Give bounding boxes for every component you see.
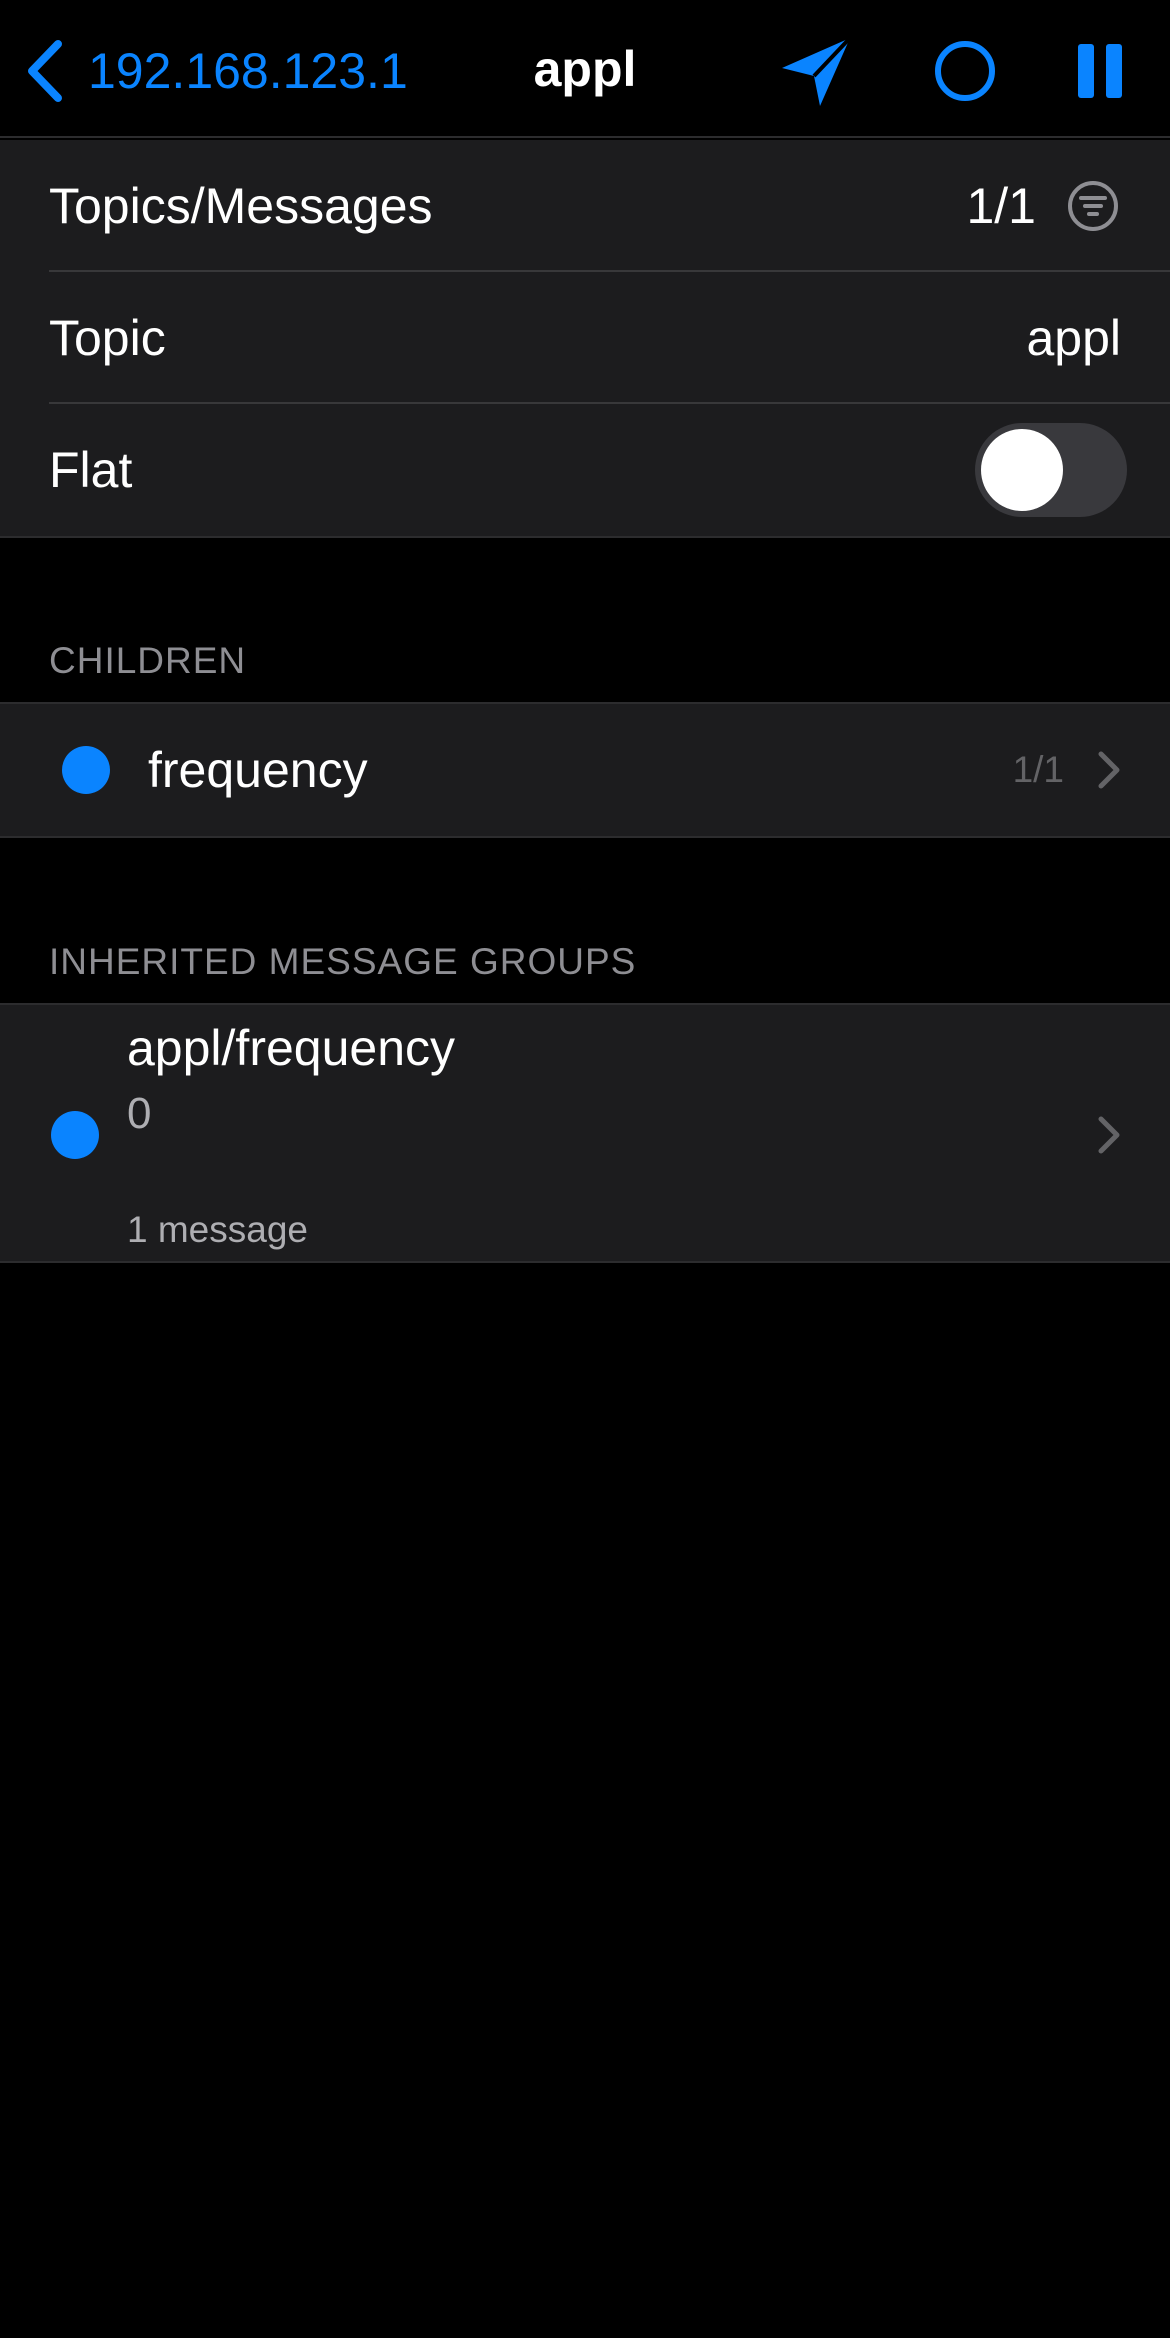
status-dot-icon xyxy=(51,1111,99,1159)
flat-row: Flat xyxy=(0,404,1170,536)
send-icon xyxy=(782,36,852,106)
chevron-right-icon xyxy=(1098,751,1120,789)
topic-label: Topic xyxy=(49,310,166,366)
pause-icon xyxy=(1078,44,1122,98)
inherited-section-header: INHERITED MESSAGE GROUPS xyxy=(49,941,637,982)
chevron-right-icon xyxy=(1098,1116,1120,1154)
child-item-label: frequency xyxy=(148,742,368,798)
record-button[interactable] xyxy=(932,38,998,104)
back-button-label: 192.168.123.1 xyxy=(88,43,408,99)
topic-row: Topic appl xyxy=(0,272,1170,404)
topics-messages-label: Topics/Messages xyxy=(49,178,433,234)
settings-group: Topics/Messages 1/1 Topic appl Flat xyxy=(0,140,1170,538)
child-item-count: 1/1 xyxy=(1012,749,1064,790)
screen: 192.168.123.1 appl Topics/Messages 1/1 T… xyxy=(0,0,1170,2338)
child-item-frequency[interactable]: frequency 1/1 xyxy=(0,704,1170,836)
topics-messages-value: 1/1 xyxy=(966,178,1036,234)
topic-value: appl xyxy=(1026,310,1121,366)
children-section-header: CHILDREN xyxy=(49,640,247,681)
filter-icon[interactable] xyxy=(1066,179,1120,233)
toggle-knob xyxy=(981,429,1063,511)
send-button[interactable] xyxy=(778,34,854,110)
inherited-item-value: 0 xyxy=(127,1089,152,1138)
flat-label: Flat xyxy=(49,442,133,498)
topics-messages-row: Topics/Messages 1/1 xyxy=(0,140,1170,272)
pause-button[interactable] xyxy=(1076,40,1124,100)
inherited-item-title: appl/frequency xyxy=(127,1020,456,1076)
chevron-left-icon xyxy=(28,40,62,102)
inherited-item-message-count: 1 message xyxy=(127,1209,308,1250)
status-dot-icon xyxy=(62,746,110,794)
flat-toggle[interactable] xyxy=(975,423,1127,517)
navigation-bar: 192.168.123.1 appl xyxy=(0,0,1170,138)
back-button[interactable]: 192.168.123.1 xyxy=(22,36,408,106)
children-group: frequency 1/1 xyxy=(0,702,1170,838)
inherited-group: appl/frequency 0 1 message xyxy=(0,1003,1170,1263)
inherited-item-appl-frequency[interactable]: appl/frequency 0 1 message xyxy=(0,1005,1170,1261)
record-icon xyxy=(935,41,995,101)
